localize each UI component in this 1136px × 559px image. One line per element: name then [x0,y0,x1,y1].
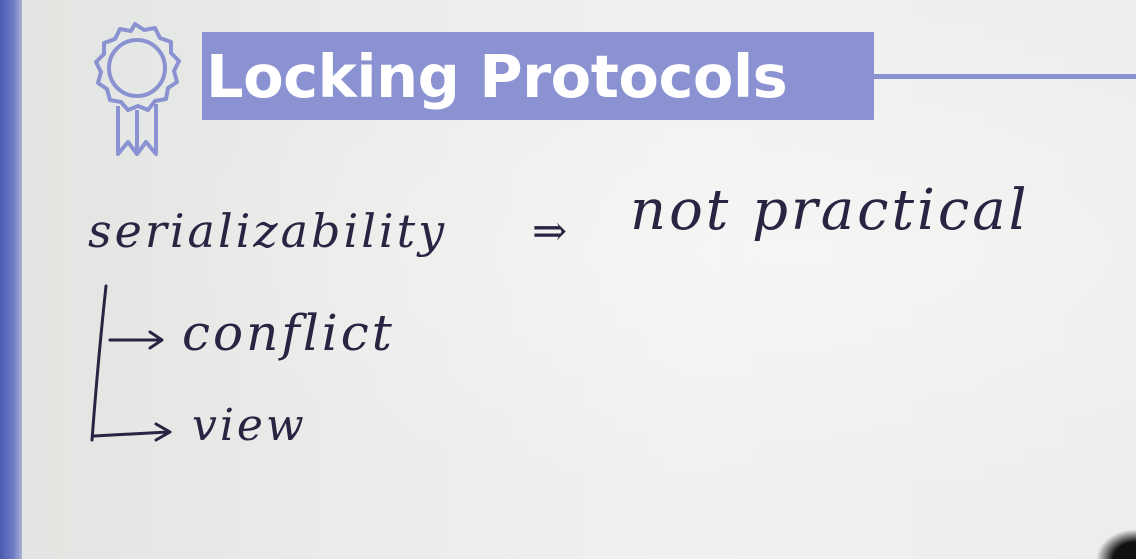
left-accent-band [0,0,22,559]
slide-canvas: Locking Protocols serializability ⇒ not … [0,0,1136,559]
note-not-practical: not practical [630,178,1030,243]
corner-shadow [1096,529,1136,559]
note-serializability: serializability [88,204,448,258]
title-underline-rule [874,74,1136,79]
note-branch-view: view [192,400,307,451]
title-banner: Locking Protocols [202,32,874,120]
slide-title: Locking Protocols [206,41,788,111]
note-branch-conflict: conflict [182,304,395,362]
note-implies-arrow: ⇒ [532,206,571,255]
award-ribbon-icon [94,22,181,156]
